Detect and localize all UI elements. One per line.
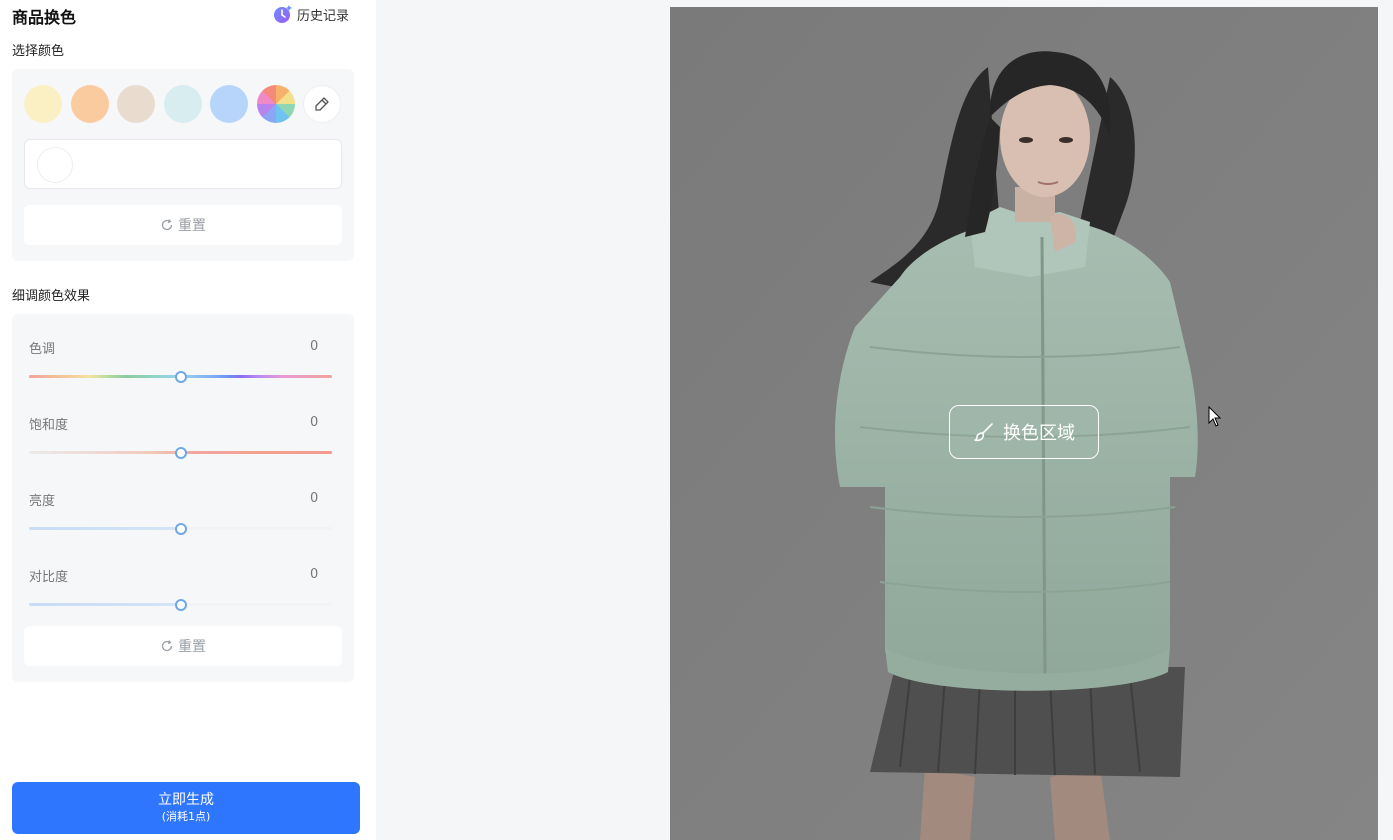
generate-button[interactable]: 立即生成 (消耗1点) bbox=[12, 782, 360, 834]
eyedropper-button[interactable] bbox=[303, 85, 341, 123]
contrast-label: 对比度 bbox=[29, 570, 69, 585]
fine-tune-reset-label: 重置 bbox=[178, 639, 206, 655]
swatch-light-cyan[interactable] bbox=[164, 85, 202, 123]
generate-cost: (消耗1点) bbox=[161, 810, 211, 823]
custom-color-preview bbox=[37, 147, 73, 183]
color-reset-button[interactable]: 重置 bbox=[24, 205, 342, 245]
contrast-slider-thumb[interactable] bbox=[175, 599, 187, 611]
swatch-orange[interactable] bbox=[71, 85, 109, 123]
brightness-value: 0 bbox=[310, 491, 319, 506]
swatch-multicolor[interactable] bbox=[257, 85, 295, 123]
swatch-beige[interactable] bbox=[117, 85, 155, 123]
reset-icon bbox=[161, 219, 173, 231]
recolor-region-label: 换色区域 bbox=[1003, 423, 1075, 444]
brightness-slider-thumb[interactable] bbox=[175, 523, 187, 535]
saturation-label: 饱和度 bbox=[29, 418, 69, 433]
generate-label: 立即生成 bbox=[158, 792, 214, 808]
mouse-cursor-icon bbox=[1208, 406, 1222, 427]
hue-slider-thumb[interactable] bbox=[175, 371, 187, 383]
custom-color-field[interactable] bbox=[24, 139, 342, 189]
eyedropper-icon bbox=[315, 97, 329, 111]
reset-icon bbox=[161, 640, 173, 652]
saturation-value: 0 bbox=[310, 415, 319, 430]
saturation-slider-thumb[interactable] bbox=[175, 447, 187, 459]
brush-icon bbox=[974, 423, 993, 442]
fine-tune-reset-button[interactable]: 重置 bbox=[24, 626, 342, 666]
hue-label: 色调 bbox=[29, 342, 56, 357]
panel-title: 商品换色 bbox=[12, 8, 77, 27]
color-reset-label: 重置 bbox=[178, 218, 206, 234]
history-button[interactable]: 历史记录 bbox=[273, 4, 349, 24]
swatch-light-blue[interactable] bbox=[210, 85, 248, 123]
history-label: 历史记录 bbox=[297, 8, 350, 24]
select-color-title: 选择颜色 bbox=[12, 44, 65, 59]
swatch-yellow[interactable] bbox=[24, 85, 62, 123]
recolor-region-button[interactable]: 换色区域 bbox=[949, 405, 1099, 459]
hue-value: 0 bbox=[310, 339, 319, 354]
product-preview-image: 换色区域 bbox=[670, 7, 1378, 840]
fine-tune-title: 细调颜色效果 bbox=[12, 289, 91, 304]
contrast-value: 0 bbox=[310, 567, 319, 582]
settings-panel: 商品换色 历史记录 选择颜色 重置 细调颜色效果 色调 0 饱和度 0 亮度 0… bbox=[0, 0, 376, 840]
history-icon bbox=[274, 5, 292, 23]
brightness-label: 亮度 bbox=[29, 494, 56, 509]
